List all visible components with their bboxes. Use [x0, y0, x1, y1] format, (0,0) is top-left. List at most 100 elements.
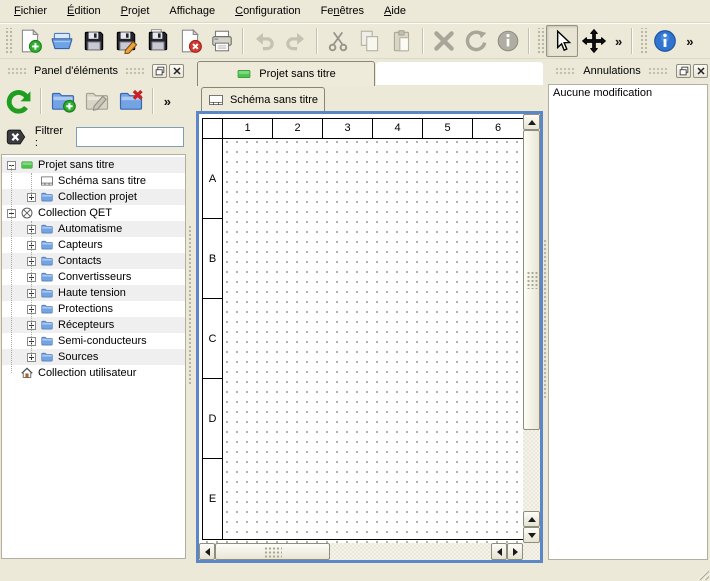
tree-item-label: Sources	[58, 351, 98, 363]
thumb-grip-icon	[526, 271, 537, 289]
toolbar-grip[interactable]	[4, 28, 12, 54]
delete-category-button[interactable]	[114, 84, 148, 118]
tree-item-recepteurs[interactable]: Récepteurs	[2, 317, 185, 333]
grid-row-label: A	[203, 139, 222, 219]
menu-configuration[interactable]: Configuration	[225, 0, 310, 22]
copy-button[interactable]	[354, 25, 386, 57]
tree-item-capteurs[interactable]: Capteurs	[2, 237, 185, 253]
print-button[interactable]	[206, 25, 238, 57]
redo-icon	[283, 28, 309, 54]
diagram-view[interactable]: 123456 ABCDE	[196, 111, 543, 563]
vertical-scrollbar[interactable]	[523, 114, 540, 543]
undo-panel-close-button[interactable]	[693, 64, 708, 78]
toolbar-grip[interactable]	[536, 28, 544, 54]
tree-item-automatisme[interactable]: Automatisme	[2, 221, 185, 237]
rotate-icon	[463, 28, 489, 54]
tab-projet-sans-titre[interactable]: Projet sans titre	[197, 61, 375, 86]
save-as-button[interactable]	[110, 25, 142, 57]
scroll-left-button[interactable]	[199, 543, 215, 560]
scroll-up-button[interactable]	[523, 114, 540, 130]
undo-panel: Annulations Aucune modification	[548, 59, 710, 581]
vertical-scroll-thumb[interactable]	[523, 130, 540, 430]
element-tree-rows: Projet sans titreSchéma sans titreCollec…	[2, 155, 185, 558]
grid-row-label: E	[203, 459, 222, 539]
tree-item-collection-utilisateur[interactable]: Collection utilisateur	[2, 365, 185, 381]
menu-affichage[interactable]: Affichage	[159, 0, 225, 22]
tree-item-collection-qet[interactable]: Collection QET	[2, 205, 185, 221]
tree-item-label: Contacts	[58, 255, 101, 267]
clear-filter-button[interactable]	[4, 126, 28, 148]
tree-item-projet-sans-titre[interactable]: Projet sans titre	[2, 157, 185, 173]
scroll-down-button[interactable]	[523, 527, 540, 543]
tree-item-collection-projet[interactable]: Collection projet	[2, 189, 185, 205]
menu-bar: FichierÉditionProjetAffichageConfigurati…	[0, 0, 710, 23]
grid-row-label: D	[203, 379, 222, 459]
menu-aide[interactable]: Aide	[374, 0, 416, 22]
filter-label: Filtrer :	[35, 125, 69, 149]
element-info-button[interactable]	[492, 25, 524, 57]
paste-button[interactable]	[386, 25, 418, 57]
scroll-right-button[interactable]	[507, 543, 523, 560]
toolbar-overflow-1-button[interactable]: »	[610, 34, 627, 49]
rotate-button[interactable]	[460, 25, 492, 57]
triangle-up-icon	[528, 517, 536, 522]
delete-button[interactable]	[428, 25, 460, 57]
select-mode-button[interactable]	[546, 25, 578, 57]
reload-collections-button[interactable]	[2, 84, 36, 118]
menu-edition[interactable]: Édition	[57, 0, 111, 22]
tree-item-contacts[interactable]: Contacts	[2, 253, 185, 269]
elements-panel-close-button[interactable]	[169, 64, 184, 78]
redo-button[interactable]	[280, 25, 312, 57]
diagram-canvas[interactable]: 123456 ABCDE	[199, 114, 523, 543]
folder-icon-slot	[40, 254, 54, 268]
tree-item-label: Convertisseurs	[58, 271, 131, 283]
filter-input[interactable]	[76, 127, 184, 147]
tree-item-schema-sans-titre[interactable]: Schéma sans titre	[2, 173, 185, 189]
scroll-up-button-2[interactable]	[523, 511, 540, 527]
tree-item-semi-conducteurs[interactable]: Semi-conducteurs	[2, 333, 185, 349]
tree-guide	[31, 221, 32, 357]
elements-panel-titlebar: Panel d'éléments	[2, 61, 184, 80]
about-qet-button[interactable]	[649, 25, 681, 57]
save-button[interactable]	[78, 25, 110, 57]
undo-list-item: Aucune modification	[549, 85, 707, 101]
tree-item-convertisseurs[interactable]: Convertisseurs	[2, 269, 185, 285]
horizontal-scrollbar[interactable]	[199, 543, 523, 560]
doc-close-icon	[177, 28, 203, 54]
menu-projet[interactable]: Projet	[111, 0, 160, 22]
horizontal-scroll-thumb[interactable]	[215, 543, 330, 560]
tree-item-haute-tension[interactable]: Haute tension	[2, 285, 185, 301]
panel-toolbar-overflow-button[interactable]: »	[159, 94, 176, 109]
open-document-button[interactable]	[46, 25, 78, 57]
toolbar-grip[interactable]	[639, 28, 647, 54]
menu-fichier[interactable]: Fichier	[4, 0, 57, 22]
cut-button[interactable]	[322, 25, 354, 57]
element-tree: Projet sans titreSchéma sans titreCollec…	[1, 154, 186, 559]
undo-button[interactable]	[248, 25, 280, 57]
dock-grip-texture	[648, 67, 669, 75]
tree-item-protections[interactable]: Protections	[2, 301, 185, 317]
elements-panel-float-button[interactable]	[152, 64, 167, 78]
tab-schema-sans-titre[interactable]: Schéma sans titre	[201, 87, 325, 111]
save-all-button[interactable]	[142, 25, 174, 57]
undo-history-list[interactable]: Aucune modification	[548, 84, 708, 560]
tree-guide	[11, 165, 12, 373]
tree-item-sources[interactable]: Sources	[2, 349, 185, 365]
schema-icon-slot	[40, 174, 54, 188]
scroll-left-button-2[interactable]	[491, 543, 507, 560]
project-icon	[20, 158, 34, 172]
horizontal-scroll-track[interactable]	[330, 543, 491, 560]
new-document-button[interactable]	[14, 25, 46, 57]
dock-grip-texture	[555, 67, 576, 75]
left-splitter[interactable]	[186, 59, 196, 581]
close-document-button[interactable]	[174, 25, 206, 57]
undo-panel-float-button[interactable]	[676, 64, 691, 78]
pan-mode-button[interactable]	[578, 25, 610, 57]
toolbar-overflow-2-button[interactable]: »	[681, 34, 698, 49]
new-category-button[interactable]	[46, 84, 80, 118]
vertical-scroll-track[interactable]	[523, 430, 540, 511]
edit-category-button[interactable]	[80, 84, 114, 118]
elements-panel: Panel d'éléments » Filtrer : Projet sans…	[0, 59, 186, 581]
main-toolbar: »»	[0, 23, 710, 59]
menu-fenetres[interactable]: Fenêtres	[311, 0, 374, 22]
